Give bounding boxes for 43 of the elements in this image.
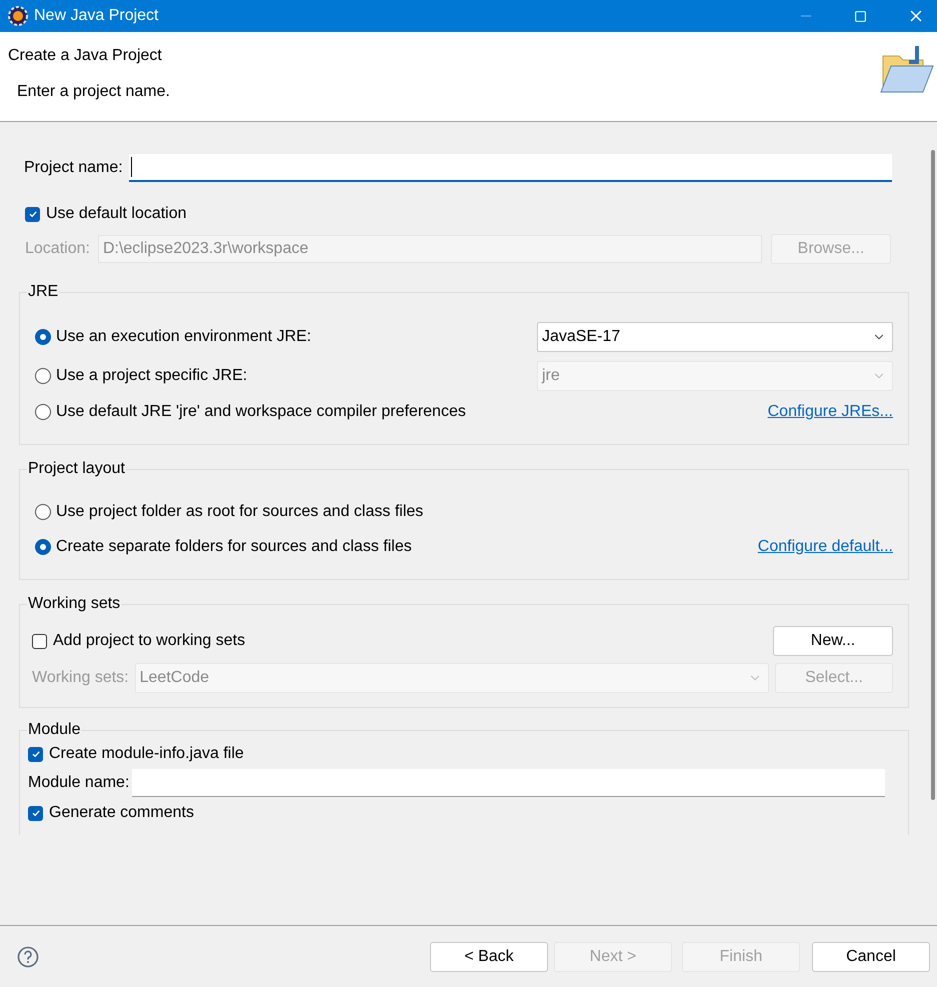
module-name-field[interactable] [132, 769, 885, 797]
group-title: JRE [27, 282, 60, 302]
field-label: Project name: [24, 158, 123, 178]
checkmark-icon [28, 209, 38, 219]
checkbox-label: Generate comments [49, 803, 194, 823]
field-label: Working sets: [32, 668, 129, 688]
link[interactable]: Configure JREs... [768, 400, 893, 424]
radio-button[interactable] [35, 404, 51, 420]
field-label: Location: [25, 239, 90, 259]
checkbox[interactable] [28, 746, 43, 762]
radio-label: Use default JRE 'jre' and workspace compiler preferences [56, 402, 466, 422]
checkbox[interactable] [32, 634, 47, 648]
radio-button[interactable] [35, 368, 51, 384]
app-icon [8, 6, 28, 26]
checkbox-label: Use default location [46, 204, 187, 224]
checkbox[interactable] [28, 806, 43, 820]
button[interactable]: Cancel [812, 942, 930, 972]
button[interactable]: < Back [430, 942, 548, 972]
page-title: Create a Java Project [8, 46, 163, 66]
group-title: Working sets [27, 594, 122, 614]
checkbox-label: Create module-info.java file [49, 744, 244, 764]
group-title: Module [27, 720, 82, 740]
checkmark-icon [30, 749, 40, 759]
field-label: Module name: [28, 773, 130, 793]
checkbox-label: Add project to working sets [53, 631, 246, 651]
window-title: New Java Project [34, 6, 158, 26]
link[interactable]: Configure default... [758, 534, 893, 558]
dropdown[interactable]: JavaSE-17 [537, 322, 893, 352]
checkbox[interactable] [25, 206, 40, 222]
radio-label: Use project folder as root for sources and class files [56, 502, 424, 522]
radio-button[interactable] [35, 329, 51, 345]
checkmark-icon [30, 808, 40, 818]
button[interactable]: New... [773, 626, 893, 656]
project-name-field[interactable] [128, 154, 892, 182]
radio-label: Use a project specific JRE: [56, 366, 248, 386]
radio-button[interactable] [35, 538, 51, 554]
group-title: Project layout [27, 459, 126, 479]
maximize-icon[interactable] [854, 10, 867, 22]
help-icon[interactable] [17, 946, 39, 968]
radio-label: Create separate folders for sources and class files [56, 536, 412, 556]
radio-button[interactable] [35, 504, 51, 520]
page-message: Enter a project name. [17, 82, 170, 102]
radio-label: Use an execution environment JRE: [56, 327, 312, 347]
